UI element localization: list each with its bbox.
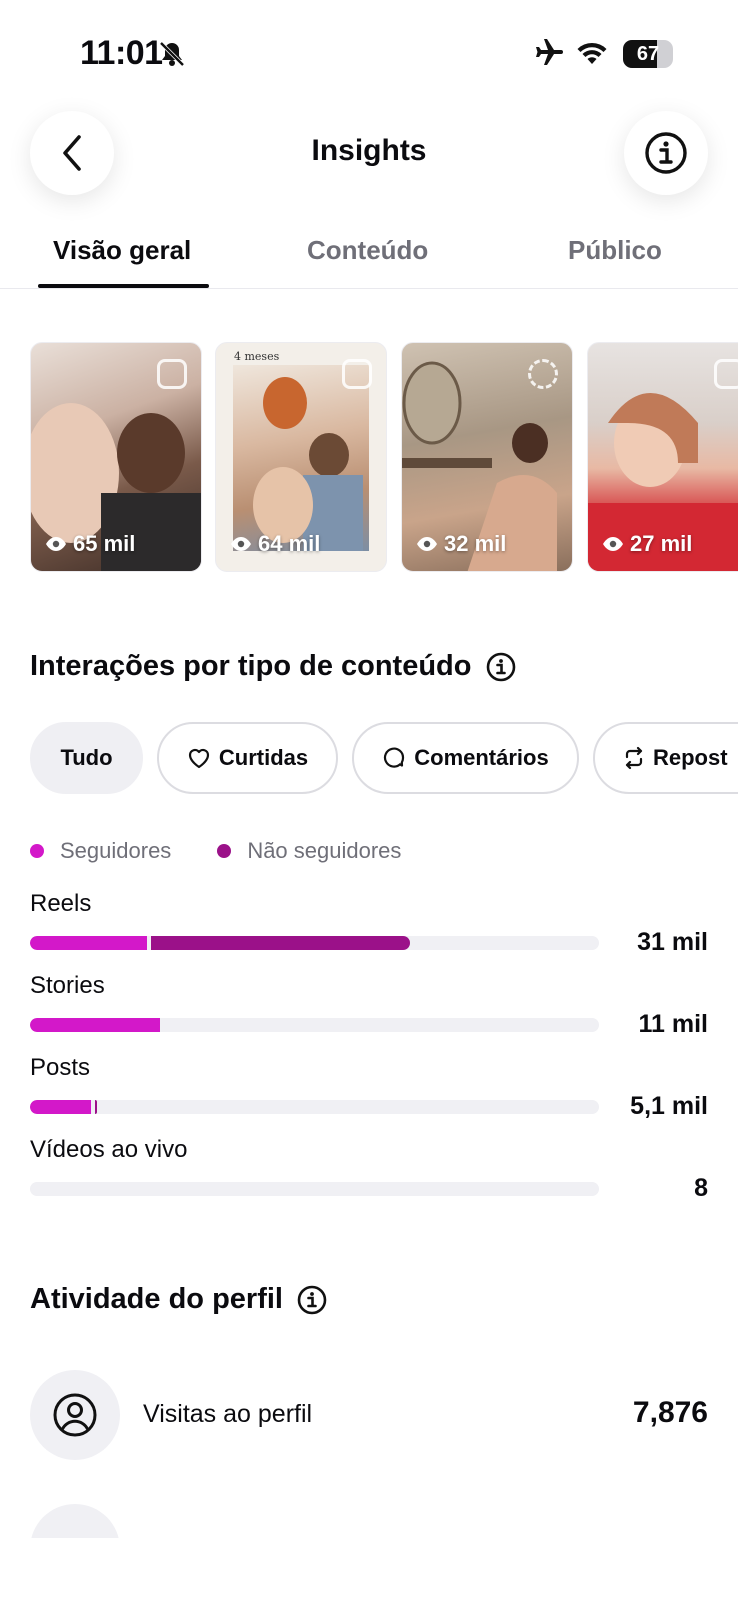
thumbnail-views: 64 mil bbox=[230, 531, 320, 557]
profile-visits-label: Visitas ao perfil bbox=[143, 1400, 313, 1428]
bar-label: Stories bbox=[30, 972, 105, 999]
bar-track bbox=[30, 1100, 599, 1114]
thumbnail-views: 32 mil bbox=[416, 531, 506, 557]
bar-value: 31 mil bbox=[637, 928, 708, 956]
content-thumbnail[interactable]: 32 mil bbox=[401, 342, 573, 572]
eye-icon bbox=[603, 537, 623, 551]
interaction-bar-row: Reels 31 mil bbox=[30, 890, 708, 974]
story-badge-icon bbox=[528, 359, 558, 389]
content-thumbnail[interactable]: 4 meses 64 mil bbox=[215, 342, 387, 572]
content-type-filters: Tudo Curtidas Comentários Repost bbox=[30, 722, 738, 794]
filter-label: Tudo bbox=[60, 745, 113, 770]
legend-non-followers: Não seguidores bbox=[217, 838, 401, 864]
views-count: 27 mil bbox=[630, 531, 693, 556]
filter-label: Comentários bbox=[414, 745, 549, 770]
filter-reposts-chip[interactable]: Repost bbox=[593, 722, 738, 794]
interaction-bar-row: Stories 11 mil bbox=[30, 972, 708, 1056]
tab-bar: Visão geral Conteúdo Público bbox=[0, 225, 738, 289]
comment-icon bbox=[384, 747, 405, 768]
eye-icon bbox=[231, 537, 251, 551]
activity-icon-peek bbox=[30, 1504, 120, 1538]
filter-likes-chip[interactable]: Curtidas bbox=[157, 722, 338, 794]
bar-value: 11 mil bbox=[638, 1010, 709, 1038]
bar-label: Vídeos ao vivo bbox=[30, 1136, 188, 1163]
views-count: 64 mil bbox=[258, 531, 321, 556]
interactions-section-title: Interações por tipo de conteúdo bbox=[30, 650, 516, 683]
bar-value: 8 bbox=[694, 1174, 708, 1202]
interaction-bar-row: Posts 5,1 mil bbox=[30, 1054, 708, 1138]
bar-value: 5,1 mil bbox=[630, 1092, 708, 1120]
wifi-icon bbox=[576, 40, 608, 71]
airplane-icon bbox=[531, 38, 563, 73]
reel-badge-icon bbox=[157, 359, 187, 389]
bar-track bbox=[30, 1182, 599, 1196]
interactions-title: Interações por tipo de conteúdo bbox=[30, 650, 472, 682]
battery-percentage: 67 bbox=[636, 43, 660, 65]
filter-all-chip[interactable]: Tudo bbox=[30, 722, 143, 794]
active-tab-indicator bbox=[38, 284, 209, 288]
thumbnail-caption: 4 meses bbox=[234, 350, 280, 363]
status-bar: 11:01 67 bbox=[0, 0, 738, 100]
heart-icon bbox=[188, 748, 209, 769]
bar-track bbox=[30, 1018, 599, 1032]
bell-slash-icon bbox=[158, 40, 186, 73]
activity-row-peek bbox=[30, 1504, 120, 1538]
legend-followers: Seguidores bbox=[30, 838, 171, 864]
followers-bar-segment bbox=[30, 936, 147, 950]
eye-icon bbox=[46, 537, 66, 551]
interaction-bar-row: Vídeos ao vivo 8 bbox=[30, 1136, 708, 1220]
bar-label: Posts bbox=[30, 1054, 91, 1081]
info-icon[interactable] bbox=[297, 1285, 327, 1315]
info-icon[interactable] bbox=[486, 652, 516, 682]
legend-dot bbox=[217, 844, 232, 858]
filter-comments-chip[interactable]: Comentários bbox=[352, 722, 579, 794]
non-followers-bar-segment bbox=[151, 936, 410, 950]
info-button[interactable] bbox=[624, 111, 708, 195]
followers-bar-segment bbox=[30, 1100, 91, 1114]
reel-badge-icon bbox=[714, 359, 738, 389]
tab-audience[interactable]: Público bbox=[568, 235, 662, 266]
tab-content[interactable]: Conteúdo bbox=[307, 235, 428, 266]
legend-label: Não seguidores bbox=[247, 838, 402, 863]
filter-label: Repost bbox=[653, 745, 728, 770]
chart-legend: Seguidores Não seguidores bbox=[30, 838, 447, 864]
views-count: 65 mil bbox=[73, 531, 136, 556]
bar-label: Reels bbox=[30, 890, 92, 917]
profile-activity-title: Atividade do perfil bbox=[30, 1283, 283, 1315]
post-badge-icon bbox=[342, 359, 372, 389]
tab-overview[interactable]: Visão geral bbox=[53, 235, 191, 266]
profile-visits-value: 7,876 bbox=[632, 1396, 708, 1429]
eye-icon bbox=[417, 537, 437, 551]
filter-label: Curtidas bbox=[218, 745, 309, 770]
content-thumbnail[interactable]: 27 mil bbox=[587, 342, 738, 572]
profile-visits-row[interactable]: Visitas ao perfil 7,876 bbox=[30, 1370, 708, 1460]
followers-bar-segment bbox=[30, 1018, 160, 1032]
repost-icon bbox=[625, 746, 643, 770]
legend-label: Seguidores bbox=[60, 838, 172, 863]
status-time: 11:01 bbox=[80, 34, 163, 72]
thumbnail-views: 27 mil bbox=[602, 531, 692, 557]
content-thumbnail[interactable]: 65 mil bbox=[30, 342, 202, 572]
battery-icon: 67 bbox=[623, 40, 673, 68]
profile-activity-section-title: Atividade do perfil bbox=[30, 1283, 327, 1316]
views-count: 32 mil bbox=[444, 531, 507, 556]
top-content-carousel[interactable]: 65 mil 4 meses 64 mil 32 mil 27 mil bbox=[30, 342, 738, 574]
user-circle-icon bbox=[30, 1370, 120, 1460]
legend-dot bbox=[30, 844, 44, 858]
non-followers-bar-segment bbox=[95, 1100, 97, 1114]
thumbnail-views: 65 mil bbox=[45, 531, 135, 557]
info-icon bbox=[645, 132, 687, 174]
bar-track bbox=[30, 936, 599, 950]
